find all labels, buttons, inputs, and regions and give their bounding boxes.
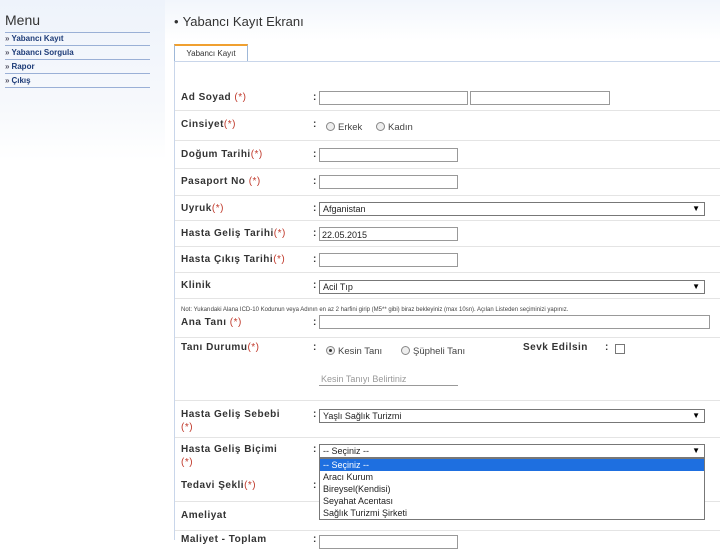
nationality-select[interactable]: Afganistan ▼ (319, 202, 705, 216)
last-name-input[interactable] (470, 91, 610, 105)
radio-icon (326, 121, 335, 131)
left-menu: Menu » Yabancı Kayıt » Yabancı Sorgula » Ra… (0, 0, 165, 540)
radio-selected-icon (326, 345, 335, 355)
bullet-icon: • (174, 14, 179, 29)
label-dogum-tarihi: Doğum Tarihi(*) (181, 149, 263, 160)
menu-item-rapor[interactable]: » Rapor (5, 61, 150, 74)
label-ad-soyad: Ad Soyad (*) (181, 92, 247, 103)
colon: : (313, 342, 317, 353)
colon: : (313, 280, 317, 291)
chevron-double-right-icon: » (5, 76, 10, 85)
colon: : (313, 480, 317, 491)
menu-item-label: Rapor (11, 62, 35, 71)
birth-date-input[interactable] (319, 148, 458, 162)
label-gelis-bicimi: Hasta Geliş Biçimi (181, 444, 278, 455)
triangle-down-icon: ▼ (692, 204, 700, 213)
referral-checkbox[interactable] (615, 344, 625, 354)
colon: : (313, 254, 317, 265)
label-sevk-edilsin: Sevk Edilsin (523, 342, 588, 353)
main-diagnosis-input[interactable] (319, 315, 710, 329)
departure-date-input[interactable] (319, 253, 458, 267)
arrival-type-dropdown-list: -- Seçiniz -- Aracı Kurum Bireysel(Kendi… (319, 458, 705, 520)
radio-icon (376, 121, 385, 131)
icd-note: Not: Yukarıdaki Alana ICD-10 Kodunun vey… (181, 307, 569, 313)
arrival-type-select[interactable]: -- Seçiniz -- ▼ (319, 444, 705, 458)
triangle-down-icon: ▼ (692, 282, 700, 291)
passport-input[interactable] (319, 175, 458, 189)
row-tani-durumu: Tanı Durumu(*) : Kesin Tanı Şüpheli Tanı… (175, 338, 720, 401)
label-gelis-tarihi: Hasta Geliş Tarihi(*) (181, 228, 286, 239)
dropdown-option[interactable]: Seyahat Acentası (320, 495, 704, 507)
label-cinsiyet: Cinsiyet(*) (181, 119, 236, 130)
colon: : (605, 342, 609, 353)
label-gelis-sebebi: Hasta Geliş Sebebi (181, 409, 281, 420)
first-name-input[interactable] (319, 91, 468, 105)
label-ana-tani: Ana Tanı (*) (181, 317, 242, 328)
menu-list: » Yabancı Kayıt » Yabancı Sorgula » Rapor »… (5, 32, 150, 89)
menu-item-label: Yabancı Kayıt (11, 34, 64, 43)
diagnosis-radio-supheli[interactable]: Şüpheli Tanı (401, 345, 465, 357)
required-marker: (*) (181, 457, 194, 468)
colon: : (313, 444, 317, 455)
menu-item-yabanci-sorgula[interactable]: » Yabancı Sorgula (5, 47, 150, 60)
menu-item-cikis[interactable]: » Çıkış (5, 75, 150, 88)
row-pasaport-no: Pasaport No (*) : (175, 169, 720, 196)
gender-radio-erkek[interactable]: Erkek (326, 121, 362, 133)
row-gelis-tarihi: Hasta Geliş Tarihi(*) : 22.05.2015 (175, 222, 720, 247)
clinic-select[interactable]: Acil Tıp ▼ (319, 280, 705, 294)
chevron-double-right-icon: » (5, 62, 10, 71)
definite-diagnosis-input[interactable]: Kesin Tanıyı Belirtiniz (319, 372, 458, 386)
chevron-double-right-icon: » (5, 48, 10, 57)
menu-item-yabanci-kayit[interactable]: » Yabancı Kayıt (5, 32, 150, 46)
arrival-reason-select[interactable]: Yaşlı Sağlık Turizmi ▼ (319, 409, 705, 423)
triangle-down-icon: ▼ (692, 411, 700, 420)
gender-radio-kadin[interactable]: Kadın (376, 121, 413, 133)
dropdown-option[interactable]: Sağlık Turizmi Şirketi (320, 507, 704, 519)
row-uyruk: Uyruk(*) : Afganistan ▼ (175, 196, 720, 221)
label-tani-durumu: Tanı Durumu(*) (181, 342, 260, 353)
row-gelis-sebebi: Hasta Geliş Sebebi (*) : Yaşlı Sağlık Tu… (175, 405, 720, 438)
label-pasaport-no: Pasaport No (*) (181, 176, 261, 187)
triangle-down-icon: ▼ (692, 446, 700, 455)
page-title: • Yabancı Kayıt Ekranı (174, 14, 304, 29)
label-uyruk: Uyruk(*) (181, 203, 224, 214)
colon: : (313, 409, 317, 420)
row-ad-soyad: Ad Soyad (*) : (175, 86, 720, 111)
row-ana-tani: Ana Tanı (*) : (175, 315, 720, 338)
menu-item-label: Yabancı Sorgula (11, 48, 74, 57)
menu-item-label: Çıkış (11, 76, 31, 85)
row-klinik: Klinik : Acil Tıp ▼ (175, 274, 720, 299)
colon: : (313, 92, 317, 103)
radio-icon (401, 345, 410, 355)
label-cikis-tarihi: Hasta Çıkış Tarihi(*) (181, 254, 286, 265)
label-tedavi-sekli: Tedavi Şekli(*) (181, 480, 257, 491)
row-maliyet: Maliyet - Toplam : (175, 531, 720, 549)
colon: : (313, 149, 317, 160)
cost-input[interactable] (319, 535, 458, 549)
dropdown-option[interactable]: Aracı Kurum (320, 471, 704, 483)
colon: : (313, 228, 317, 239)
colon: : (313, 119, 317, 130)
colon: : (313, 203, 317, 214)
menu-title: Menu (5, 12, 41, 28)
diagnosis-radio-kesin[interactable]: Kesin Tanı (326, 345, 382, 357)
tab-divider (174, 61, 720, 62)
chevron-double-right-icon: » (5, 34, 10, 43)
colon: : (313, 317, 317, 328)
label-ameliyat: Ameliyat (181, 510, 227, 521)
dropdown-option[interactable]: Bireysel(Kendisi) (320, 483, 704, 495)
page-title-text: Yabancı Kayıt Ekranı (182, 14, 304, 29)
row-cikis-tarihi: Hasta Çıkış Tarihi(*) : (175, 248, 720, 273)
label-klinik: Klinik (181, 280, 212, 291)
tab-yabanci-kayit[interactable]: Yabancı Kayıt (174, 44, 248, 62)
dropdown-option[interactable]: -- Seçiniz -- (320, 459, 704, 471)
colon: : (313, 176, 317, 187)
row-dogum-tarihi: Doğum Tarihi(*) : (175, 142, 720, 169)
required-marker: (*) (181, 422, 194, 433)
arrival-date-input[interactable]: 22.05.2015 (319, 227, 458, 241)
row-cinsiyet: Cinsiyet(*) : Erkek Kadın (175, 112, 720, 141)
